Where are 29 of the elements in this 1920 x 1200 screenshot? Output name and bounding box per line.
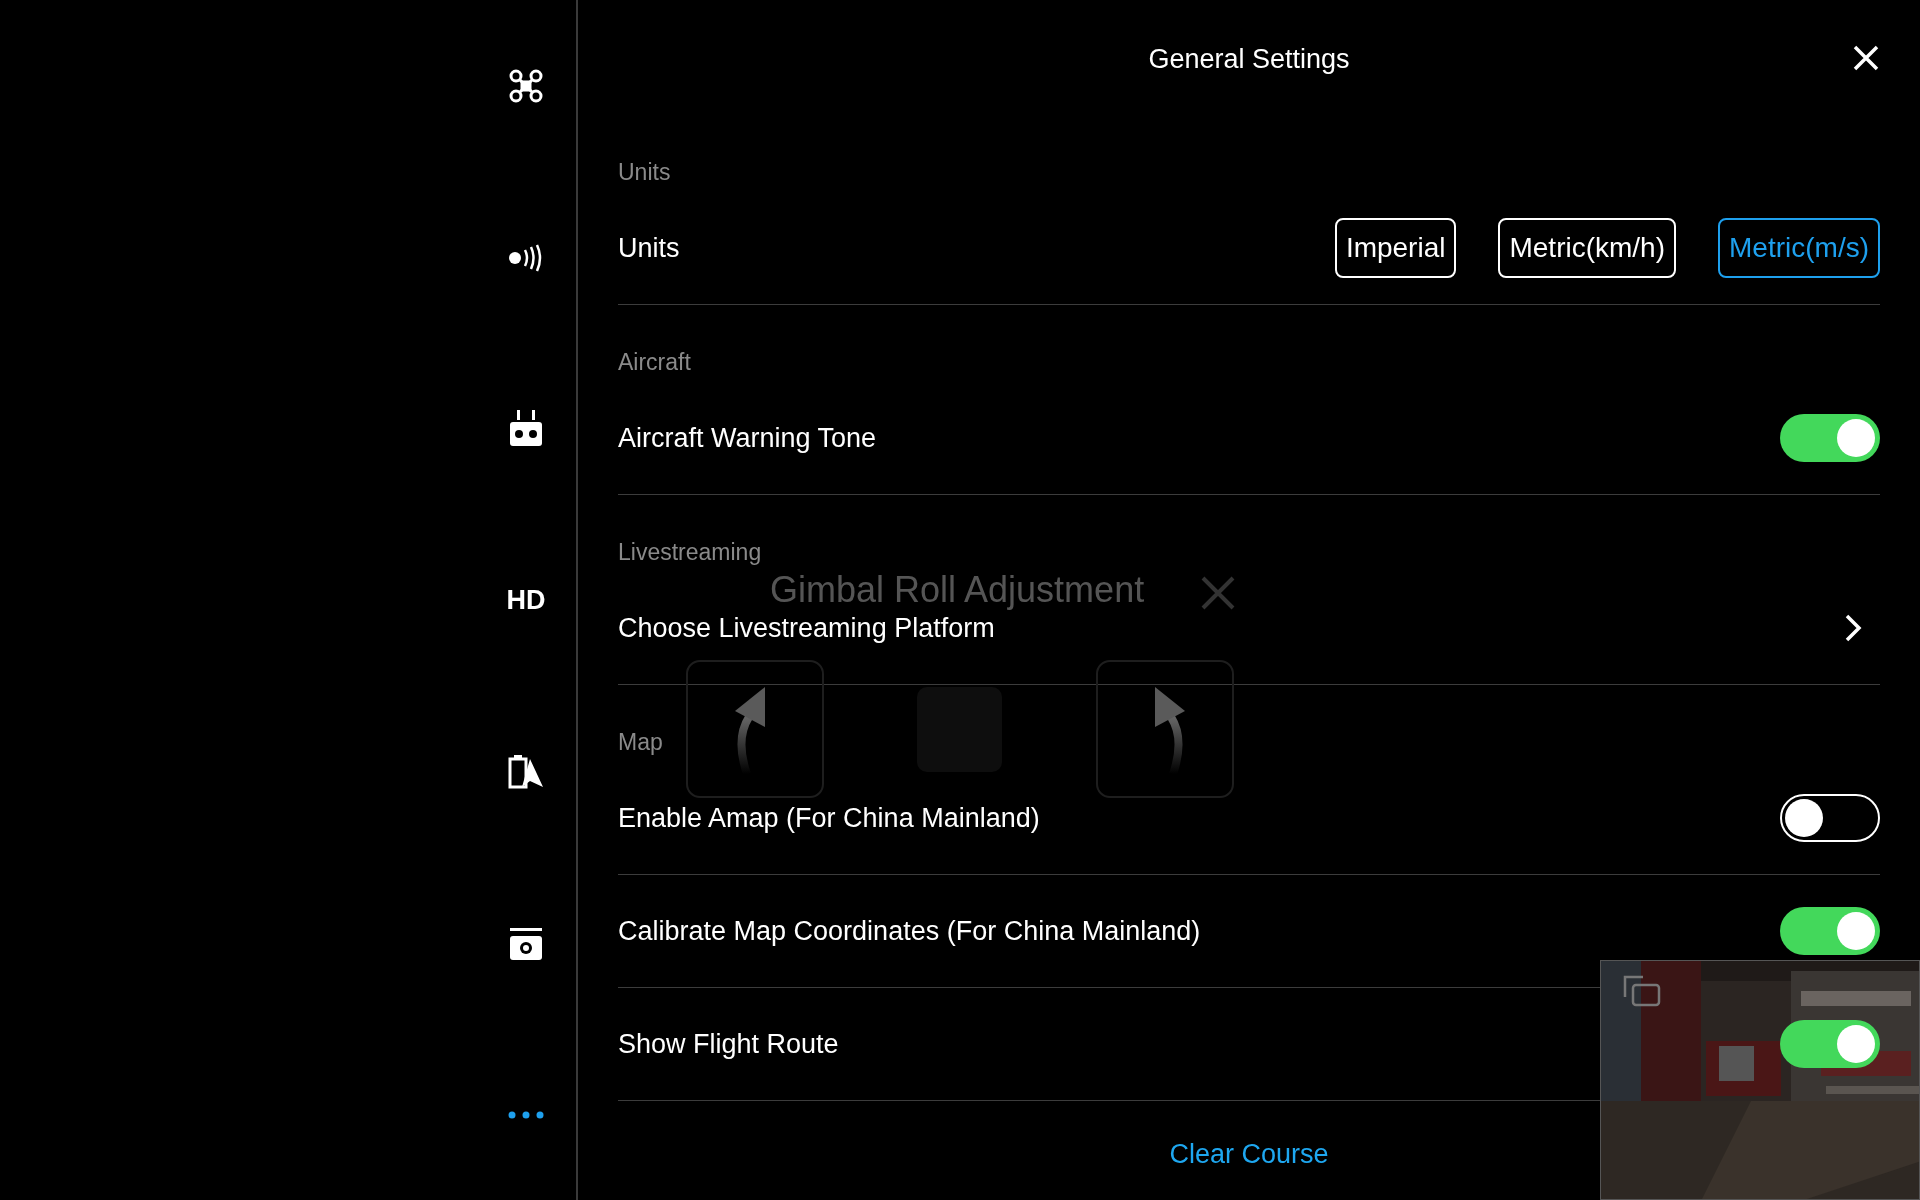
toggle-switch[interactable]	[1780, 1020, 1880, 1068]
more-icon	[508, 1111, 544, 1119]
setting-label: Calibrate Map Coordinates (For China Mainland)	[618, 915, 1201, 947]
camera-icon	[509, 926, 543, 961]
window-title: General Settings	[1148, 44, 1350, 75]
remote-controller-icon	[509, 410, 543, 448]
section-label: Livestreaming	[618, 538, 762, 566]
toggle-switch[interactable]	[1780, 907, 1880, 955]
setting-label: Units	[618, 232, 680, 264]
section-label: Aircraft	[618, 348, 691, 376]
hd-button[interactable]: HD	[506, 564, 546, 637]
toggle-switch[interactable]	[1780, 794, 1880, 842]
layers-icon[interactable]	[1621, 973, 1663, 1009]
toggle-switch[interactable]	[1780, 414, 1880, 462]
setting-label: Choose Livestreaming Platform	[618, 612, 995, 644]
clear-course-link[interactable]: Clear Course	[1169, 1139, 1329, 1170]
unit-option[interactable]: Metric(km/h)	[1498, 218, 1676, 278]
overlay-title: Gimbal Roll Adjustment	[770, 569, 1145, 611]
rotate-left-button[interactable]	[686, 660, 824, 798]
rotate-right-button[interactable]	[1096, 660, 1234, 798]
section-label: Units	[618, 158, 671, 186]
battery-navigation-icon	[508, 755, 544, 789]
setting-label: Show Flight Route	[618, 1028, 839, 1060]
setting-label: Aircraft Warning Tone	[618, 422, 877, 454]
unit-option[interactable]: Metric(m/s)	[1718, 218, 1880, 278]
unit-option[interactable]: Imperial	[1334, 218, 1457, 278]
section-label: Map	[618, 728, 663, 756]
setting-label: Enable Amap (For China Mainland)	[618, 802, 1040, 834]
drone-icon	[508, 68, 544, 104]
